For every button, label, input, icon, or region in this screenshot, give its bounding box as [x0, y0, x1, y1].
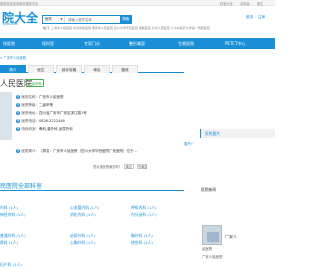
department-link[interactable]: 妇产科 (1人) — [0, 262, 22, 268]
intro-icon: 简 — [16, 149, 20, 153]
sidebar-hospital-photos-header: 医院图片 — [200, 129, 275, 138]
top-link-doctor[interactable]: 医生 — [257, 1, 263, 6]
satisfaction-vote: 您对该医院满意吗？ 满意 不满意 — [93, 164, 148, 169]
hospital-tabs: 简介 医生 就诊攻略 地址 路线 — [0, 63, 184, 73]
search-button-label: 搜索 — [122, 17, 130, 22]
info-row-address: 址医院地址：四川省广安市广安区滨江路1号 — [16, 111, 196, 117]
info-value: （原名：广安市人民医院（四川大学华西医院广安医院）位于... — [39, 149, 137, 153]
hot-searches: 热门: 上海市人民医院 北京协和医院 重庆市人民医院 四川大学华西医院 湘雅医院… — [43, 26, 210, 30]
nav-item-cosmetic[interactable]: 整形美容 — [129, 38, 145, 49]
info-value: 0826-2222446 — [39, 119, 65, 123]
nav-item-experts[interactable]: 专家门诊 — [84, 38, 100, 49]
search-button[interactable]: 搜索 — [119, 15, 132, 25]
sidebar-section-title: 医院图片 — [205, 131, 221, 136]
info-label: 医院名称： — [21, 95, 40, 99]
main-nav: 找医院 找科室 专家门诊 整形美容 生殖医院 PETCT中心 — [0, 38, 275, 49]
specialty-icon: 特 — [16, 127, 20, 131]
search-category-select[interactable]: 医院 ▼ — [43, 16, 65, 23]
info-value: 骨科,普外科,泌尿外科 — [39, 127, 73, 131]
nav-item-fertility[interactable]: 生殖医院 — [178, 38, 194, 49]
sidebar-section-title: 医院新闻 — [201, 187, 217, 192]
info-label: 医院简介： — [21, 149, 40, 153]
breadcrumb-current[interactable]: > 广安市人民医院 — [0, 56, 26, 60]
name-icon: 名 — [16, 95, 20, 99]
department-link[interactable]: 普通外科 (1人) — [0, 233, 26, 239]
search-bar: 医院 ▼ 搜索 — [42, 15, 132, 25]
vote-up-button[interactable]: 满意 — [123, 164, 134, 169]
level-icon: 等 — [16, 103, 20, 107]
info-value: 广安市人民医院 — [39, 95, 64, 99]
search-input[interactable] — [66, 16, 122, 23]
info-value: 二级甲等 — [39, 103, 53, 107]
thumbnail-subtitle: 民医院 — [202, 247, 213, 251]
tab-address[interactable]: 地址 — [84, 64, 110, 73]
department-link[interactable]: 内分泌科 (1人) — [131, 212, 157, 218]
info-row-level: 等医院等级：二级甲等 — [16, 103, 196, 109]
department-link[interactable]: 烧伤科 (1人) — [131, 240, 153, 246]
thumbnail-caption[interactable]: 广安人民医院 — [202, 254, 222, 259]
phone-icon: 电 — [16, 119, 20, 123]
department-link[interactable]: 心胸外科 (1人) — [70, 240, 96, 246]
vote-question: 您对该医院满意吗？ — [93, 165, 122, 169]
department-link[interactable]: 神经内科 (1人) — [0, 212, 26, 218]
info-row-phone: 电医院电话：0826-2222446 — [16, 119, 196, 125]
department-link[interactable]: 内科 (1人) — [0, 205, 18, 211]
chevron-down-icon: ▼ — [60, 17, 63, 21]
info-row-specialty: 特特色科室：骨科,普外科,泌尿外科 — [16, 127, 196, 133]
department-link[interactable]: 呼吸内科 (1人) — [131, 205, 157, 211]
tab-guide[interactable]: 就诊攻略 — [56, 64, 82, 73]
sidebar-hospital-news-header: 医院新闻 — [200, 185, 275, 194]
info-row-intro: 简医院简介：（原名：广安市人民医院（四川大学华西医院广安医院）位于... — [16, 149, 184, 155]
nav-item-petct[interactable]: PETCT中心 — [225, 38, 245, 49]
tab-intro[interactable]: 简介 — [0, 64, 26, 73]
info-row-name: 名医院名称：广安市人民医院 — [16, 95, 196, 101]
info-label: 医院地址： — [21, 111, 40, 115]
info-label: 医院等级： — [21, 103, 40, 107]
department-link[interactable]: 骨科 (1人) — [0, 240, 18, 246]
hot-label: 热门: — [43, 26, 51, 30]
info-value: 四川省广安市广安区滨江路1号 — [39, 111, 87, 115]
tab-doctors[interactable]: 医生 — [28, 64, 54, 73]
hot-items[interactable]: 上海市人民医院 北京协和医院 重庆市人民医院 四川大学华西医院 湘雅医院 北京儿… — [51, 26, 210, 30]
hospital-photo — [0, 92, 12, 140]
hospital-thumbnail[interactable] — [202, 225, 222, 245]
site-logo[interactable]: 院大全 iyxk.com — [0, 9, 38, 28]
vote-down-button[interactable]: 不满意 — [136, 164, 147, 169]
location-icon: 址 — [16, 111, 20, 115]
department-link[interactable]: 胸外科 (1人) — [131, 233, 153, 239]
top-strip-text: 医院信息查询就诊服务平台 — [0, 2, 39, 7]
register-link[interactable]: 注册 — [258, 15, 265, 20]
search-category-value: 医院 — [45, 17, 52, 21]
department-link[interactable]: 心血管内科 (1人) — [70, 205, 99, 211]
login-link[interactable]: 登录 — [246, 15, 253, 20]
expand-link[interactable]: 展开> — [184, 141, 193, 146]
top-link-mobile[interactable]: 手机版 — [240, 1, 250, 6]
info-label: 特色科室： — [21, 127, 40, 131]
department-link[interactable]: 泌尿外科 (1人) — [70, 233, 96, 239]
level-badge: 二级甲等 — [26, 79, 44, 87]
breadcrumb: > 广安市人民医院 — [0, 55, 26, 60]
department-link[interactable]: 消化内科 (1人) — [70, 212, 96, 218]
top-strip: 医院信息查询就诊服务平台 科室大全 手机版 医生 — [0, 0, 275, 6]
tab-route[interactable]: 路线 — [112, 64, 138, 73]
divider — [0, 190, 184, 191]
top-link-departments[interactable]: 科室大全 — [220, 1, 233, 6]
nav-item-hospitals[interactable]: 找医院 — [3, 38, 15, 49]
thumbnail-title[interactable]: 广安人 — [225, 234, 237, 240]
info-label: 医院电话： — [21, 119, 40, 123]
logo-domain: iyxk.com — [3, 22, 19, 26]
departments-title: 民医院全部科室 — [0, 183, 43, 190]
nav-item-departments[interactable]: 找科室 — [42, 38, 54, 49]
